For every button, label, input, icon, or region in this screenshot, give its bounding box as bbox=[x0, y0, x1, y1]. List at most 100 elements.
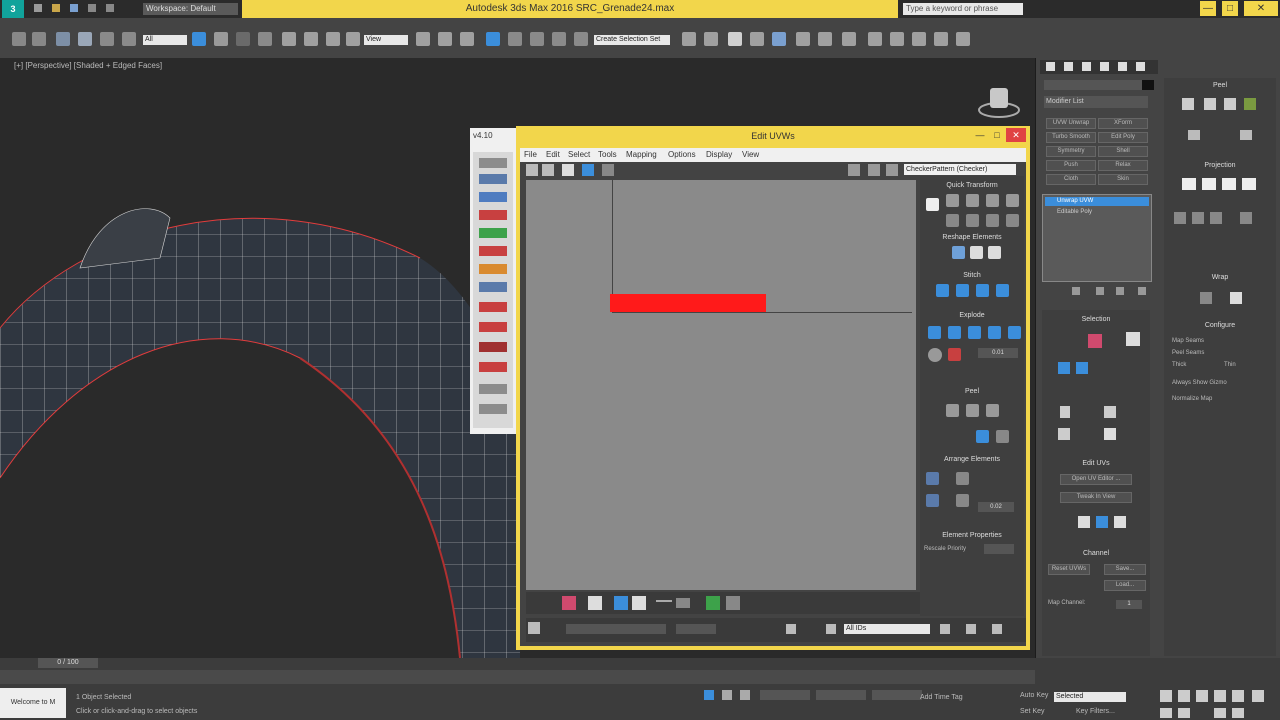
relax-settings-icon[interactable] bbox=[988, 246, 1001, 259]
pivot-center-icon[interactable] bbox=[416, 32, 430, 46]
display-quick-planar-icon[interactable] bbox=[1114, 516, 1126, 528]
display-tab-icon[interactable] bbox=[1118, 62, 1127, 71]
weld-selected-icon[interactable] bbox=[928, 348, 942, 362]
point-to-point-seam-icon[interactable] bbox=[1188, 130, 1200, 140]
grid-toggle-icon[interactable] bbox=[886, 164, 898, 176]
edit-uvs-rollout-heading[interactable]: Edit UVs bbox=[1042, 460, 1150, 467]
modifier-button[interactable]: Shell bbox=[1098, 146, 1148, 157]
align-y-icon[interactable] bbox=[966, 194, 979, 207]
modifier-button[interactable]: Push bbox=[1046, 160, 1096, 171]
tool-button[interactable] bbox=[479, 192, 507, 202]
selection-rollout-heading[interactable]: Selection bbox=[1042, 316, 1150, 323]
uvw-maximize-button[interactable]: □ bbox=[990, 128, 1004, 142]
space-horizontal-icon[interactable] bbox=[946, 214, 959, 227]
viewcube-icon[interactable] bbox=[978, 80, 1020, 120]
toggle-ribbon-icon[interactable] bbox=[750, 32, 764, 46]
next-frame-icon[interactable] bbox=[1214, 690, 1226, 702]
save-file-icon[interactable] bbox=[70, 4, 78, 12]
rotate-90-icon[interactable] bbox=[986, 194, 999, 207]
pack-normalize-icon[interactable] bbox=[926, 472, 939, 485]
stitch-average-icon[interactable] bbox=[956, 284, 969, 297]
reset-peel-icon[interactable] bbox=[1224, 98, 1236, 110]
set-key-label[interactable]: Set Key bbox=[1020, 708, 1045, 715]
tool-button[interactable] bbox=[479, 322, 507, 332]
undo-icon[interactable] bbox=[12, 32, 26, 46]
object-name-field[interactable] bbox=[1044, 80, 1146, 90]
time-slider-thumb[interactable]: 0 / 100 bbox=[38, 658, 98, 668]
tool-button[interactable] bbox=[479, 282, 507, 292]
grow-selection-icon[interactable] bbox=[656, 600, 672, 602]
relax-icon[interactable] bbox=[970, 246, 983, 259]
link-icon[interactable] bbox=[56, 32, 70, 46]
quick-peel-icon[interactable] bbox=[946, 404, 959, 417]
hierarchy-tab-icon[interactable] bbox=[1082, 62, 1091, 71]
goto-start-icon[interactable] bbox=[1160, 690, 1172, 702]
show-map-icon[interactable] bbox=[848, 164, 860, 176]
element-mode-icon[interactable] bbox=[632, 596, 646, 610]
select-element-icon[interactable] bbox=[1126, 332, 1140, 346]
isolate-icon[interactable] bbox=[740, 690, 750, 700]
cylindrical-map-icon[interactable] bbox=[1202, 178, 1216, 190]
y-coordinate-input[interactable] bbox=[816, 690, 866, 700]
rotate-elements-icon[interactable] bbox=[956, 494, 969, 507]
flatten-by-material-icon[interactable] bbox=[1008, 326, 1021, 339]
configure-option[interactable]: Peel Seams bbox=[1172, 350, 1268, 358]
keyboard-shortcut-icon[interactable] bbox=[460, 32, 474, 46]
configure-sets-icon[interactable] bbox=[1138, 287, 1146, 295]
align-to-edge-icon[interactable] bbox=[1006, 214, 1019, 227]
pan-icon[interactable] bbox=[826, 624, 836, 634]
field-of-view-icon[interactable] bbox=[1214, 708, 1226, 718]
arrange-elements-heading[interactable]: Arrange Elements bbox=[920, 456, 1024, 463]
projection-rollout-heading[interactable]: Projection bbox=[1164, 162, 1276, 169]
loop-select-icon[interactable] bbox=[706, 596, 720, 610]
a360-render-icon[interactable] bbox=[956, 32, 970, 46]
material-id-dropdown[interactable]: All IDs bbox=[844, 624, 930, 634]
align-z-icon[interactable] bbox=[1210, 212, 1222, 224]
v-coordinate-input[interactable] bbox=[676, 624, 716, 634]
modifier-list-dropdown[interactable]: Modifier List bbox=[1044, 96, 1148, 108]
unlink-icon[interactable] bbox=[78, 32, 92, 46]
quick-planar-map-icon[interactable] bbox=[1096, 516, 1108, 528]
configure-option[interactable]: Normalize Map bbox=[1172, 396, 1272, 404]
absolute-mode-icon[interactable] bbox=[704, 690, 714, 700]
make-unique-icon[interactable] bbox=[1116, 287, 1124, 295]
menu-file[interactable]: File bbox=[524, 150, 537, 159]
align-x-icon[interactable] bbox=[1174, 212, 1186, 224]
unpin-uvs-icon[interactable] bbox=[996, 430, 1009, 443]
layer-explorer-icon[interactable] bbox=[728, 32, 742, 46]
quick-peel-icon[interactable] bbox=[1182, 98, 1194, 110]
modifier-button[interactable]: Symmetry bbox=[1046, 146, 1096, 157]
tool-button[interactable] bbox=[479, 362, 507, 372]
quick-transform-heading[interactable]: Quick Transform bbox=[920, 182, 1024, 189]
search-input[interactable]: Type a keyword or phrase bbox=[903, 3, 1023, 15]
tweak-in-view-button[interactable]: Tweak In View bbox=[1060, 492, 1132, 503]
pan-view-icon[interactable] bbox=[1252, 690, 1264, 702]
align-x-icon[interactable] bbox=[946, 194, 959, 207]
zoom-view-icon[interactable] bbox=[1160, 708, 1172, 718]
modifier-button[interactable]: Turbo Smooth bbox=[1046, 132, 1096, 143]
select-object-icon[interactable] bbox=[192, 32, 206, 46]
detach-edge-verts-icon[interactable] bbox=[948, 326, 961, 339]
align-y-icon[interactable] bbox=[1192, 212, 1204, 224]
select-by-name-icon[interactable] bbox=[214, 32, 228, 46]
straighten-selection-icon[interactable] bbox=[952, 246, 965, 259]
render-production-icon[interactable] bbox=[890, 32, 904, 46]
configure-option[interactable]: Thick bbox=[1172, 362, 1212, 370]
spherical-map-icon[interactable] bbox=[1222, 178, 1236, 190]
tool-button[interactable] bbox=[479, 264, 507, 274]
selection-filter-dropdown[interactable]: All bbox=[143, 35, 187, 45]
lock-icon[interactable] bbox=[722, 690, 732, 700]
x-coordinate-input[interactable] bbox=[760, 690, 810, 700]
zoom-icon[interactable] bbox=[786, 624, 796, 634]
z-coordinate-input[interactable] bbox=[872, 690, 922, 700]
menu-select[interactable]: Select bbox=[568, 150, 590, 159]
open-uv-editor-button[interactable]: Open UV Editor ... bbox=[1060, 474, 1132, 485]
tool-button[interactable] bbox=[479, 228, 507, 238]
move-icon[interactable] bbox=[282, 32, 296, 46]
add-time-tag-label[interactable]: Add Time Tag bbox=[920, 694, 963, 701]
shrink-icon[interactable] bbox=[1076, 362, 1088, 374]
shrink-selection-icon[interactable] bbox=[676, 598, 690, 608]
texture-dropdown[interactable]: CheckerPattern (Checker) bbox=[904, 164, 1016, 175]
rescale-icon[interactable] bbox=[956, 472, 969, 485]
select-manipulate-icon[interactable] bbox=[438, 32, 452, 46]
